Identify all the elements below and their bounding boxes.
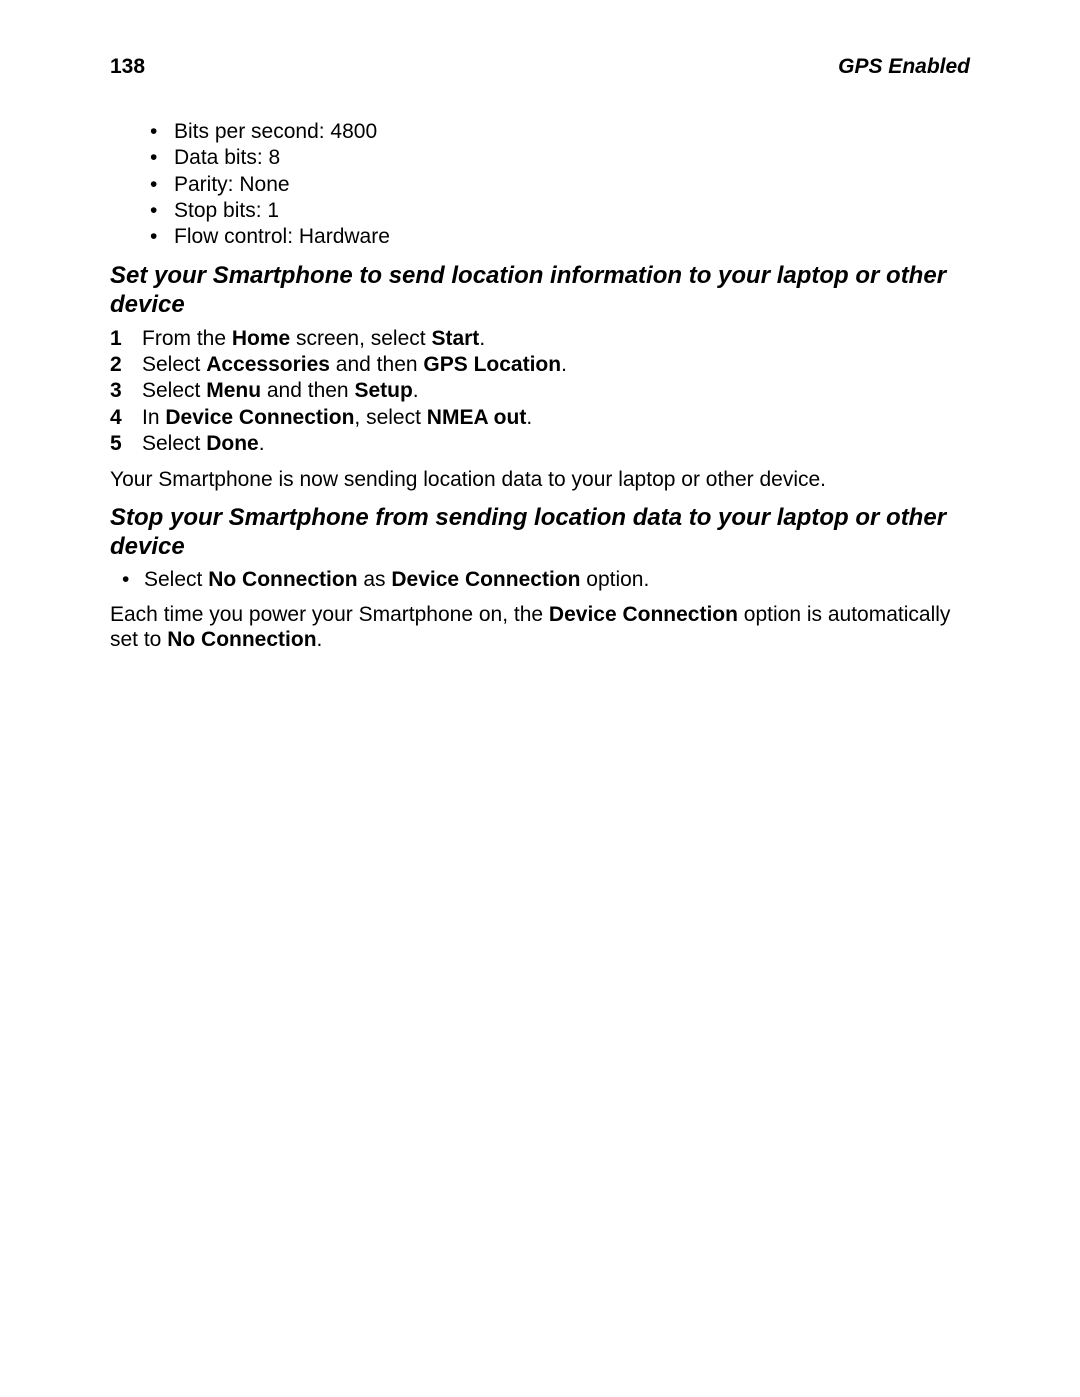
stop-bullet-list: Select No Connection as Device Connectio… (110, 568, 970, 592)
list-item: Data bits: 8 (150, 145, 970, 171)
step-item: 5 Select Done. (110, 431, 970, 457)
page-number: 138 (110, 55, 145, 79)
step-item: 4 In Device Connection, select NMEA out. (110, 405, 970, 431)
step-item: 3 Select Menu and then Setup. (110, 378, 970, 404)
list-item: Parity: None (150, 172, 970, 198)
page: 138 GPS Enabled Bits per second: 4800 Da… (0, 0, 1080, 1397)
note-text: Each time you power your Smartphone on, … (110, 602, 970, 652)
heading-set-location: Set your Smartphone to send location inf… (110, 262, 970, 320)
list-item: Bits per second: 4800 (150, 119, 970, 145)
list-item: Select No Connection as Device Connectio… (122, 568, 970, 592)
step-number: 5 (110, 431, 142, 457)
step-item: 2 Select Accessories and then GPS Locati… (110, 352, 970, 378)
step-text: From the Home screen, select Start. (142, 326, 970, 352)
page-header: 138 GPS Enabled (110, 55, 970, 79)
step-text: Select Done. (142, 431, 970, 457)
step-text: Select Accessories and then GPS Location… (142, 352, 970, 378)
step-number: 2 (110, 352, 142, 378)
step-number: 3 (110, 378, 142, 404)
step-item: 1 From the Home screen, select Start. (110, 326, 970, 352)
step-text: Select Menu and then Setup. (142, 378, 970, 404)
serial-settings-list: Bits per second: 4800 Data bits: 8 Parit… (110, 119, 970, 250)
step-number: 1 (110, 326, 142, 352)
result-text: Your Smartphone is now sending location … (110, 467, 970, 492)
list-item: Flow control: Hardware (150, 224, 970, 250)
heading-stop-location: Stop your Smartphone from sending locati… (110, 504, 970, 562)
step-text: In Device Connection, select NMEA out. (142, 405, 970, 431)
step-number: 4 (110, 405, 142, 431)
list-item: Stop bits: 1 (150, 198, 970, 224)
steps-list: 1 From the Home screen, select Start. 2 … (110, 326, 970, 457)
section-title: GPS Enabled (838, 55, 970, 79)
